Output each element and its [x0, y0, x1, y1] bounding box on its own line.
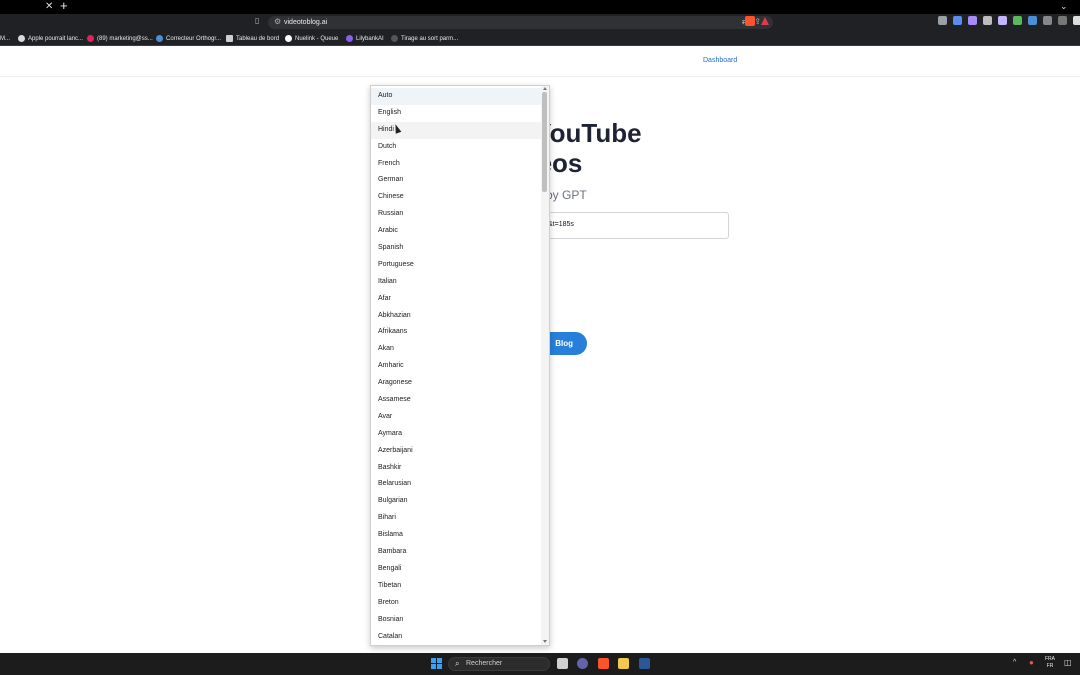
language-option[interactable]: Catalan — [371, 629, 541, 646]
language-option[interactable]: Amharic — [371, 358, 541, 375]
page-subtitle: by GPT — [546, 188, 587, 202]
brave-rewards-icon[interactable] — [761, 17, 769, 25]
taskbar-search[interactable]: ⌕ Rechercher — [448, 657, 550, 671]
language-option[interactable]: Chinese — [371, 189, 541, 206]
language-option[interactable]: Arabic — [371, 223, 541, 240]
bookmark-item[interactable]: Tirage au sort parm... — [391, 33, 458, 44]
extension-icon[interactable] — [1013, 16, 1022, 25]
language-option[interactable]: Bengali — [371, 561, 541, 578]
bookmark-favicon-icon — [87, 35, 94, 42]
scroll-up-arrow-icon[interactable] — [543, 87, 547, 90]
language-option[interactable]: German — [371, 172, 541, 189]
language-option[interactable]: Bashkir — [371, 460, 541, 477]
language-option[interactable]: Italian — [371, 274, 541, 291]
app-icon[interactable] — [639, 658, 650, 669]
language-option[interactable]: Bosnian — [371, 612, 541, 629]
extension-icon[interactable] — [938, 16, 947, 25]
extension-icon[interactable] — [968, 16, 977, 25]
close-tab-icon[interactable]: ✕ — [45, 1, 53, 13]
language-option[interactable]: Portuguese — [371, 257, 541, 274]
taskbar: ⌕ Rechercher ^ ● FRA FR ◫ — [0, 653, 1080, 675]
bookmarks-bar: M... Apple pourrait lanc... (89) marketi… — [0, 31, 1080, 46]
language-option[interactable]: Azerbaijani — [371, 443, 541, 460]
bookmark-favicon-icon — [346, 35, 353, 42]
extension-icon[interactable] — [998, 16, 1007, 25]
language-option[interactable]: Akan — [371, 341, 541, 358]
language-option[interactable]: Abkhazian — [371, 308, 541, 325]
bookmark-item[interactable]: (89) marketing@ss... — [87, 33, 153, 44]
teams-icon[interactable] — [577, 658, 588, 669]
bookmark-favicon-icon — [285, 35, 292, 42]
extension-icon[interactable] — [983, 16, 992, 25]
language-option[interactable]: Avar — [371, 409, 541, 426]
language-dropdown[interactable]: Auto English Hindi Dutch French German Chinese… — [370, 85, 550, 646]
bookmark-item[interactable]: Apple pourrait lanc... — [18, 33, 83, 44]
language-option[interactable]: Spanish — [371, 240, 541, 257]
scrollbar-thumb[interactable] — [542, 92, 547, 192]
brave-shields-icon[interactable] — [745, 16, 755, 26]
url-input-value: &t=185s — [548, 221, 574, 228]
language-option[interactable]: Breton — [371, 595, 541, 612]
scroll-down-arrow-icon[interactable] — [543, 640, 547, 643]
address-bar: ⚙ videotoblog.ai ⇄⇪ — [0, 14, 1080, 31]
tab-strip: ✕ + ⌄ — [0, 0, 1080, 14]
language-option[interactable]: Aragonese — [371, 375, 541, 392]
bookmark-item[interactable]: Nuelink - Queue — [285, 33, 338, 44]
language-option[interactable]: Bislama — [371, 527, 541, 544]
network-icon[interactable]: ◫ — [1064, 658, 1072, 667]
language-option[interactable]: Bambara — [371, 544, 541, 561]
language-option[interactable]: Russian — [371, 206, 541, 223]
language-option[interactable]: Bulgarian — [371, 493, 541, 510]
site-info-icon[interactable]: ⚙ — [274, 17, 281, 26]
bookmark-item[interactable]: LilybankAI — [346, 33, 384, 44]
language-option[interactable]: Tibetan — [371, 578, 541, 595]
bookmark-item[interactable]: Correcteur Orthogr... — [156, 33, 221, 44]
language-option[interactable]: English — [371, 105, 541, 122]
language-option[interactable]: Afrikaans — [371, 324, 541, 341]
extension-icons — [938, 16, 1080, 25]
language-option[interactable]: Belarusian — [371, 476, 541, 493]
language-option[interactable]: Auto — [371, 88, 541, 105]
language-option[interactable]: Assamese — [371, 392, 541, 409]
extension-icon[interactable] — [953, 16, 962, 25]
language-option[interactable]: Bihari — [371, 510, 541, 527]
extension-icon[interactable] — [1028, 16, 1037, 25]
extension-icon[interactable] — [1058, 16, 1067, 25]
task-view-icon[interactable] — [557, 658, 568, 669]
nav-dashboard-link[interactable]: Dashboard — [703, 57, 737, 64]
apple-icon — [18, 35, 25, 42]
language-option[interactable]: Dutch — [371, 139, 541, 156]
dropdown-scrollbar[interactable] — [541, 86, 549, 645]
extension-icon[interactable] — [1043, 16, 1052, 25]
new-tab-icon[interactable]: + — [60, 0, 68, 13]
tray-chevron-icon[interactable]: ^ — [1013, 659, 1016, 666]
language-option[interactable]: Afar — [371, 291, 541, 308]
language-indicator[interactable]: FRA FR — [1045, 656, 1055, 670]
chevron-down-icon[interactable]: ⌄ — [1060, 1, 1068, 12]
url-text[interactable]: videotoblog.ai — [284, 17, 327, 28]
bookmark-item[interactable]: M... — [0, 33, 10, 44]
language-options-list: Auto English Hindi Dutch French German Chinese… — [371, 88, 541, 645]
language-option[interactable]: Aymara — [371, 426, 541, 443]
bookmark-favicon-icon — [156, 35, 163, 42]
site-header: Dashboard — [0, 46, 1080, 77]
brave-browser-icon[interactable] — [598, 658, 609, 669]
bookmark-favicon-icon — [226, 35, 233, 42]
bookmark-icon[interactable]: ▯ — [255, 16, 259, 25]
extension-icon[interactable] — [1073, 16, 1080, 25]
bookmark-favicon-icon — [391, 35, 398, 42]
file-explorer-icon[interactable] — [618, 658, 629, 669]
windows-start-icon[interactable] — [431, 658, 442, 669]
taskbar-search-placeholder: Rechercher — [466, 660, 503, 667]
bookmark-item[interactable]: Tableau de bord — [226, 33, 279, 44]
omnibox[interactable]: ⚙ videotoblog.ai ⇄⇪ — [268, 16, 773, 29]
search-icon: ⌕ — [455, 659, 460, 668]
convert-button-label: Blog — [555, 339, 573, 348]
microphone-icon[interactable]: ● — [1029, 658, 1034, 667]
language-option[interactable]: French — [371, 156, 541, 173]
